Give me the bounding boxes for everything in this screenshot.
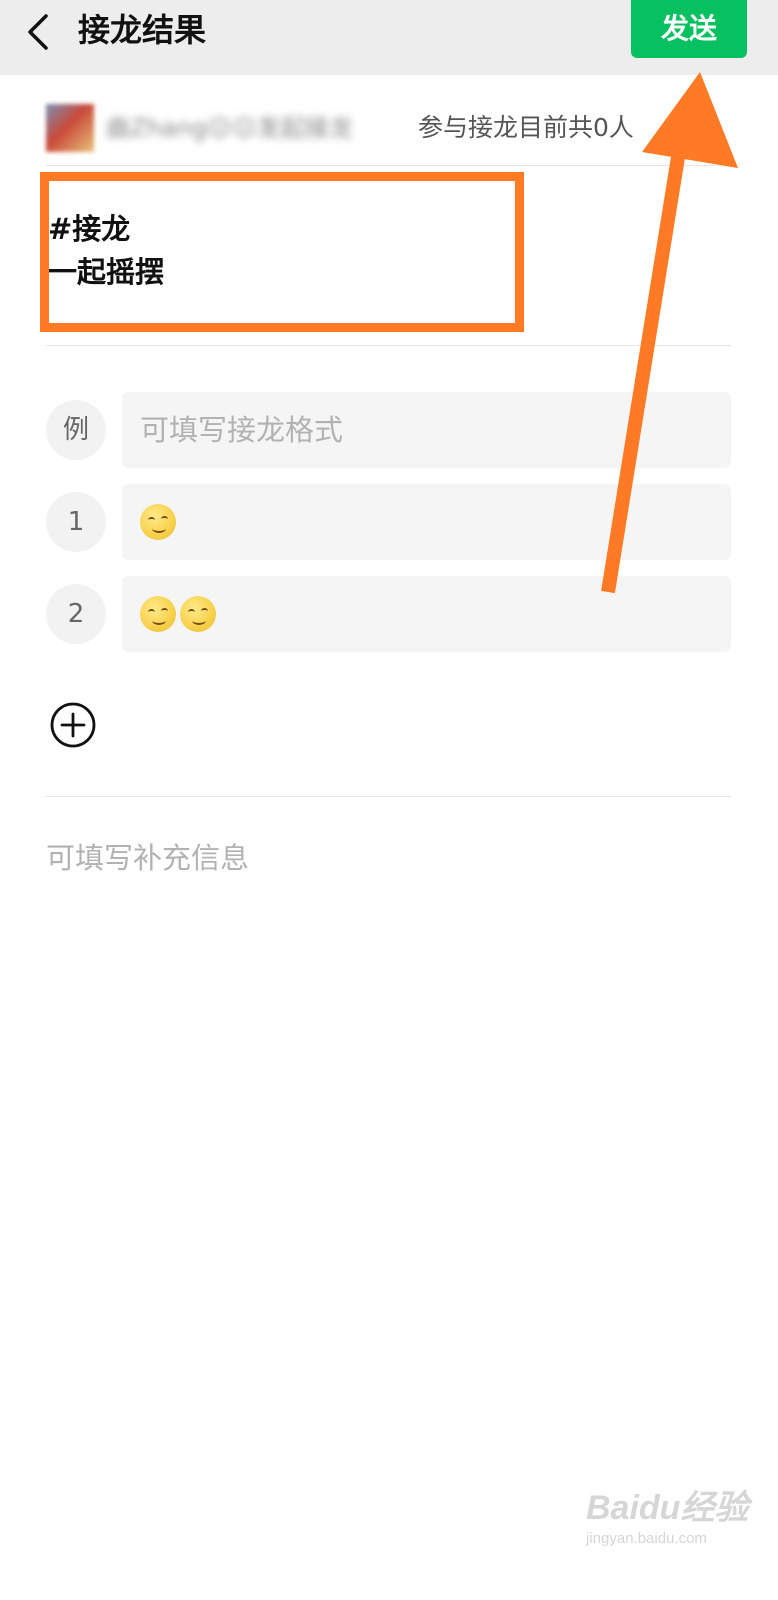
send-button[interactable]: 发送	[631, 0, 747, 58]
extra-info-input[interactable]: 可填写补充信息	[46, 838, 249, 878]
nav-bar: 接龙结果 发送	[0, 0, 778, 75]
row-badge-1: 1	[46, 492, 106, 552]
entry-input-1[interactable]	[122, 484, 731, 560]
smirk-face-emoji-icon	[140, 596, 176, 632]
divider	[46, 796, 731, 797]
page-title: 接龙结果	[78, 11, 207, 49]
smirk-face-emoji-icon	[180, 596, 216, 632]
creator-name-blurred: 曲Zhang😐😐发起接龙	[106, 114, 353, 142]
divider	[46, 165, 731, 166]
divider	[46, 345, 731, 346]
creator-info: 曲Zhang😐😐发起接龙 参与接龙目前共0人	[46, 100, 736, 160]
entry-input-2[interactable]	[122, 576, 731, 652]
example-format-input[interactable]: 可填写接龙格式	[122, 392, 731, 468]
back-chevron-icon[interactable]	[24, 12, 54, 52]
watermark-brand: Baidu经验	[586, 1489, 749, 1527]
row-badge-2: 2	[46, 584, 106, 644]
watermark: Baidu经验 jingyan.baidu.com	[586, 1480, 748, 1560]
participant-count: 参与接龙目前共0人	[418, 113, 634, 142]
row-badge-example: 例	[46, 400, 106, 460]
smirk-face-emoji-icon	[140, 504, 176, 540]
annotation-highlight-box	[40, 172, 524, 332]
add-entry-plus-icon[interactable]	[50, 702, 96, 748]
avatar	[46, 104, 94, 152]
watermark-url: jingyan.baidu.com	[586, 1530, 707, 1547]
